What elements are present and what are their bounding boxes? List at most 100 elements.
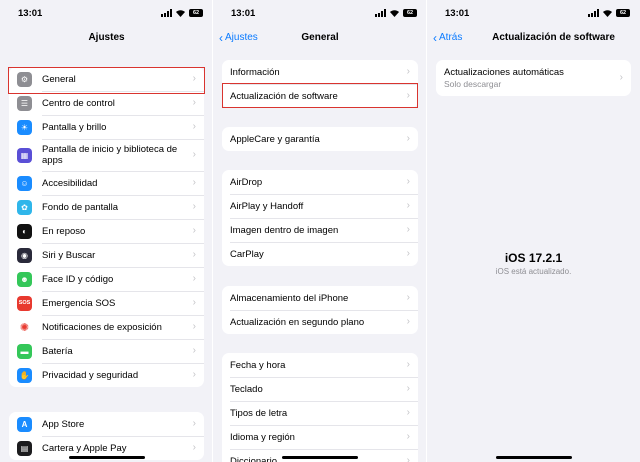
general-item-almacenamiento-del-iphone[interactable]: Almacenamiento del iPhone › <box>222 286 418 310</box>
chevron-right-icon: › <box>192 418 196 429</box>
status-icons: 62 <box>588 9 630 17</box>
page-title: Actualización de software <box>492 32 615 43</box>
switches-icon: ☰ <box>17 95 32 111</box>
general-item-actualizacion-de-software[interactable]: Actualización de software › <box>222 84 418 108</box>
chevron-right-icon: › <box>192 97 196 108</box>
chevron-right-icon: › <box>192 201 196 212</box>
chevron-right-icon: › <box>406 66 410 77</box>
cellular-signal-icon <box>161 9 172 17</box>
flower-icon: ✿ <box>17 199 32 215</box>
settings-item-label: Pantalla y brillo <box>42 121 107 133</box>
settings-item-label: Emergencia SOS <box>42 297 116 309</box>
general-item-label: AirPlay y Handoff <box>230 200 304 212</box>
settings-item-app-store[interactable]: A App Store › <box>9 412 204 436</box>
settings-item-siri-y-buscar[interactable]: ◉ Siri y Buscar › <box>9 243 204 267</box>
settings-item-general[interactable]: ⚙ General › <box>9 67 204 91</box>
settings-item-pantalla-y-brillo[interactable]: ☀ Pantalla y brillo › <box>9 115 204 139</box>
chevron-right-icon: › <box>406 248 410 259</box>
general-item-actualizacion-en-segundo-plano[interactable]: Actualización en segundo plano › <box>222 310 418 334</box>
chevron-right-icon: › <box>406 176 410 187</box>
ios-status: iOS está actualizado. <box>495 267 572 276</box>
settings-screen: 13:01 62 Ajustes ⚙ General › ☰ Centro de con… <box>0 0 213 462</box>
settings-item-fondo-de-pantalla[interactable]: ✿ Fondo de pantalla › <box>9 195 204 219</box>
general-item-informacion[interactable]: Información › <box>222 60 418 84</box>
page-title: Ajustes <box>88 32 125 43</box>
settings-item-pantalla-de-inicio-y-biblioteca-de-apps[interactable]: ▦ Pantalla de inicio y biblioteca de apps… <box>9 139 204 171</box>
general-item-label: Información <box>230 66 280 78</box>
software-update-screen: 13:01 62 ‹ Atrás Actualización de softwar… <box>427 0 640 462</box>
general-item-carplay[interactable]: CarPlay › <box>222 242 418 266</box>
general-item-label: Almacenamiento del iPhone <box>230 292 349 304</box>
nav-bar: ‹ Ajustes General <box>213 28 427 48</box>
home-indicator <box>495 456 572 459</box>
general-item-airdrop[interactable]: AirDrop › <box>222 170 418 194</box>
status-time: 13:01 <box>231 8 256 19</box>
automatic-updates-label: Actualizaciones automáticas <box>444 66 564 78</box>
home-grid-icon: ▦ <box>17 147 32 163</box>
chevron-right-icon: › <box>192 345 196 356</box>
back-button[interactable]: ‹ Atrás <box>433 30 463 45</box>
home-indicator <box>68 456 145 459</box>
general-group-5: Fecha y hora › Teclado › Tipos de letra › Idio… <box>222 353 418 462</box>
sun-icon: ☀ <box>17 119 32 135</box>
general-item-idioma-y-region[interactable]: Idioma y región › <box>222 425 418 449</box>
settings-item-emergencia-sos[interactable]: SOS Emergencia SOS › <box>9 291 204 315</box>
settings-item-label: Batería <box>42 345 73 357</box>
chevron-right-icon: › <box>192 177 196 188</box>
automatic-updates-row[interactable]: Actualizaciones automáticas Solo descarg… <box>436 60 631 96</box>
settings-item-face-id-y-codigo[interactable]: ☻ Face ID y código › <box>9 267 204 291</box>
settings-item-label: En reposo <box>42 225 86 237</box>
settings-item-label: Notificaciones de exposición <box>42 321 162 333</box>
settings-item-centro-de-control[interactable]: ☰ Centro de control › <box>9 91 204 115</box>
settings-item-label: App Store <box>42 418 85 430</box>
general-item-tipos-de-letra[interactable]: Tipos de letra › <box>222 401 418 425</box>
chevron-right-icon: › <box>192 273 196 284</box>
settings-item-en-reposo[interactable]: ◐ En reposo › <box>9 219 204 243</box>
general-item-label: Actualización en segundo plano <box>230 316 365 328</box>
settings-item-label: Privacidad y seguridad <box>42 369 139 381</box>
page-title: General <box>301 32 339 43</box>
settings-item-privacidad-y-seguridad[interactable]: ✋ Privacidad y seguridad › <box>9 363 204 387</box>
chevron-right-icon: › <box>192 73 196 84</box>
wallet-icon: ▤ <box>17 440 32 456</box>
settings-item-accesibilidad[interactable]: ☺ Accesibilidad › <box>9 171 204 195</box>
chevron-right-icon: › <box>192 225 196 236</box>
settings-item-label: Cartera y Apple Pay <box>42 442 127 454</box>
settings-item-label: Face ID y código <box>42 273 114 285</box>
chevron-right-icon: › <box>192 369 196 380</box>
general-group-2: AppleCare y garantía › <box>222 127 418 151</box>
status-bar: 13:01 62 <box>213 0 427 28</box>
general-item-label: Idioma y región <box>230 431 295 443</box>
settings-item-bateria[interactable]: ▬ Batería › <box>9 339 204 363</box>
general-item-fecha-y-hora[interactable]: Fecha y hora › <box>222 353 418 377</box>
chevron-right-icon: › <box>192 297 196 308</box>
standby-icon: ◐ <box>17 223 32 239</box>
general-item-imagen-dentro-de-imagen[interactable]: Imagen dentro de imagen › <box>222 218 418 242</box>
general-item-applecare-y-garantia[interactable]: AppleCare y garantía › <box>222 127 418 151</box>
chevron-right-icon: › <box>192 149 196 160</box>
settings-item-label: Siri y Buscar <box>42 249 96 261</box>
general-group-4: Almacenamiento del iPhone › Actualización … <box>222 286 418 334</box>
general-group-3: AirDrop › AirPlay y Handoff › Imagen dentro … <box>222 170 418 266</box>
chevron-right-icon: › <box>406 292 410 303</box>
back-label: Atrás <box>439 32 463 43</box>
chevron-right-icon: › <box>406 383 410 394</box>
cellular-signal-icon <box>588 9 599 17</box>
battery-icon: 62 <box>403 9 417 17</box>
general-item-airplay-y-handoff[interactable]: AirPlay y Handoff › <box>222 194 418 218</box>
settings-item-notificaciones-de-exposicion[interactable]: ✺ Notificaciones de exposición › <box>9 315 204 339</box>
chevron-right-icon: › <box>192 321 196 332</box>
status-bar: 13:01 62 <box>427 0 640 28</box>
auto-updates-group: Actualizaciones automáticas Solo descarg… <box>436 60 631 96</box>
nav-bar: ‹ Atrás Actualización de software <box>427 28 640 48</box>
status-icons: 62 <box>375 9 417 17</box>
settings-item-label: Accesibilidad <box>42 177 98 189</box>
status-time: 13:01 <box>18 8 43 19</box>
siri-icon: ◉ <box>17 247 32 263</box>
chevron-left-icon: ‹ <box>433 30 437 45</box>
general-screen: 13:01 62 ‹ Ajustes General Información › Ac… <box>213 0 427 462</box>
general-item-label: AirDrop <box>230 176 263 188</box>
automatic-updates-value: Solo descargar <box>444 78 502 89</box>
nav-bar: Ajustes <box>0 28 213 48</box>
general-item-teclado[interactable]: Teclado › <box>222 377 418 401</box>
